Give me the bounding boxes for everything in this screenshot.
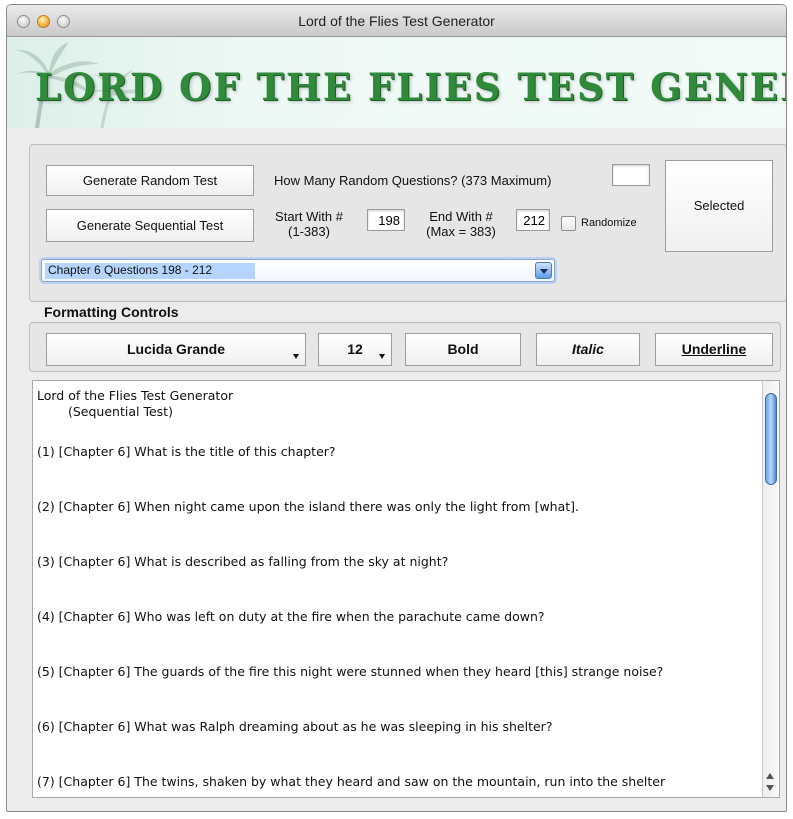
font-family-select[interactable]: Lucida Grande [46, 333, 306, 366]
banner-title: LORD OF THE FLIES TEST GENERATOR [35, 65, 786, 109]
how-many-label: How Many Random Questions? (373 Maximum) [274, 173, 552, 188]
question-item: (4) [Chapter 6] Who was left on duty at … [37, 609, 545, 624]
chevron-down-icon [293, 354, 299, 359]
generate-sequential-test-button[interactable]: Generate Sequential Test [46, 209, 254, 242]
chapter-select[interactable]: Chapter 6 Questions 198 - 212 [41, 259, 555, 282]
chevron-down-icon [379, 354, 385, 359]
question-item: (6) [Chapter 6] What was Ralph dreaming … [37, 719, 553, 734]
vertical-scrollbar[interactable] [762, 381, 779, 797]
question-item: (3) [Chapter 6] What is described as fal… [37, 554, 449, 569]
start-with-label-line2: (1-383) [288, 224, 330, 239]
start-with-label: Start With # (1-383) [262, 209, 356, 239]
chevron-down-icon[interactable] [535, 262, 552, 279]
start-with-label-line1: Start With # [275, 209, 343, 224]
font-size-select[interactable]: 12 [318, 333, 392, 366]
font-size-value: 12 [347, 341, 363, 357]
scroll-down-icon[interactable] [766, 785, 774, 791]
output-subheading: (Sequential Test) [68, 404, 173, 419]
test-output-content: Lord of the Flies Test Generator (Sequen… [37, 388, 759, 789]
how-many-input[interactable] [612, 164, 650, 186]
scroll-up-icon[interactable] [766, 773, 774, 779]
question-item: (1) [Chapter 6] What is the title of thi… [37, 444, 336, 459]
font-family-value: Lucida Grande [126, 341, 226, 357]
output-heading: Lord of the Flies Test Generator [37, 388, 234, 403]
question-item: (5) [Chapter 6] The guards of the fire t… [37, 664, 664, 679]
end-with-input[interactable] [516, 209, 550, 231]
start-with-input[interactable] [367, 209, 405, 231]
test-output-textarea[interactable]: Lord of the Flies Test Generator (Sequen… [32, 380, 780, 798]
selected-button[interactable]: Selected [665, 160, 773, 252]
end-with-label-line2: (Max = 383) [426, 224, 496, 239]
bold-button[interactable]: Bold [405, 333, 521, 366]
title-bar[interactable]: Lord of the Flies Test Generator [7, 5, 786, 37]
question-item: (7) [Chapter 6] The twins, shaken by wha… [37, 774, 666, 789]
randomize-label: Randomize [581, 217, 637, 229]
window-title: Lord of the Flies Test Generator [298, 13, 495, 29]
generate-random-test-button[interactable]: Generate Random Test [46, 165, 254, 196]
scroll-thumb[interactable] [765, 393, 777, 485]
end-with-label: End With # (Max = 383) [415, 209, 507, 239]
randomize-checkbox[interactable] [561, 216, 576, 231]
italic-button[interactable]: Italic [536, 333, 640, 366]
formatting-controls-title: Formatting Controls [44, 304, 179, 320]
chapter-select-value: Chapter 6 Questions 198 - 212 [48, 263, 213, 277]
underline-button[interactable]: Underline [655, 333, 773, 366]
end-with-label-line1: End With # [429, 209, 493, 224]
banner: LORD OF THE FLIES TEST GENERATOR [7, 38, 786, 128]
question-item: (2) [Chapter 6] When night came upon the… [37, 499, 579, 514]
